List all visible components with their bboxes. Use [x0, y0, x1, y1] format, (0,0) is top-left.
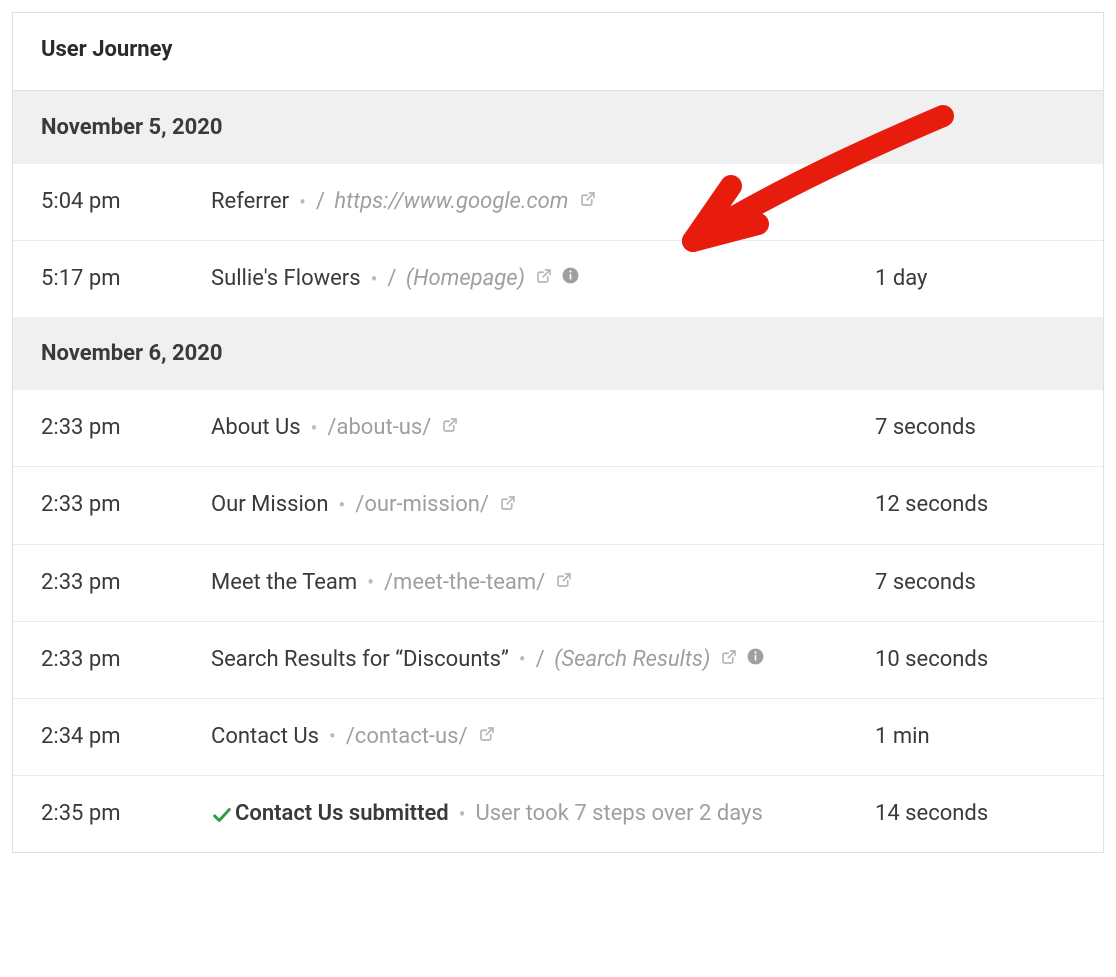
journey-row: 5:04 pmReferrer • / https://www.google.com [13, 164, 1103, 241]
entry-path: https://www.google.com [334, 189, 568, 214]
separator-dot: • [299, 190, 306, 214]
separator-dot: • [329, 724, 336, 748]
journey-row: 2:33 pmSearch Results for “Discounts” • / … [13, 622, 1103, 699]
check-icon [211, 798, 235, 830]
panel-header: User Journey [13, 13, 1103, 91]
user-journey-panel: User Journey November 5, 20205:04 pmRefe… [12, 12, 1104, 853]
entry-time: 2:35 pm [41, 798, 211, 830]
entry-duration: 14 seconds [875, 798, 1075, 830]
entry-time: 2:34 pm [41, 721, 211, 753]
entry-title: Sullie's Flowers [211, 266, 361, 291]
entry-time: 2:33 pm [41, 489, 211, 521]
external-link-icon[interactable] [441, 412, 459, 444]
journey-row: 2:33 pmOur Mission • /our-mission/12 secon… [13, 467, 1103, 544]
separator-dot: • [367, 570, 374, 594]
entry-title: Contact Us [211, 724, 319, 749]
entry-details: Our Mission • /our-mission/ [211, 489, 875, 521]
journey-entries: 2:33 pmAbout Us•/about-us/7 seconds2:33 … [13, 390, 1103, 852]
entry-duration: 12 seconds [875, 489, 1075, 521]
separator-dot: • [519, 647, 526, 671]
separator-dot: • [339, 493, 346, 517]
entry-duration: 1 day [875, 263, 1075, 295]
entry-details: About Us • /about-us/ [211, 412, 875, 444]
entry-details: Contact Us submitted • User took 7 steps o… [211, 798, 875, 830]
date-header: November 6, 2020 [13, 317, 1103, 390]
external-link-icon[interactable] [720, 644, 738, 676]
external-link-icon[interactable] [478, 721, 496, 753]
journey-row: 2:35 pm Contact Us submitted • User took 7 … [13, 776, 1103, 852]
entry-title: About Us [211, 415, 301, 440]
entry-path: (Search Results) [554, 647, 710, 672]
entry-title: Contact Us submitted [235, 801, 449, 826]
path-slash: / [387, 266, 402, 291]
journey-row: 2:33 pmAbout Us • /about-us/7 seconds [13, 390, 1103, 467]
entry-details: Contact Us • /contact-us/ [211, 721, 875, 753]
external-link-icon[interactable] [555, 567, 573, 599]
info-icon[interactable] [746, 644, 765, 676]
journey-row: 5:17 pmSullie's Flowers • / (Homepage) 1 da… [13, 241, 1103, 317]
entry-title: Search Results for “Discounts” [211, 647, 509, 672]
entry-details: Sullie's Flowers • / (Homepage) [211, 263, 875, 295]
journey-row: 2:33 pmMeet the Team • /meet-the-team/7 se… [13, 545, 1103, 622]
external-link-icon[interactable] [499, 490, 517, 522]
external-link-icon[interactable] [579, 186, 597, 218]
entry-details: Meet the Team • /meet-the-team/ [211, 567, 875, 599]
journey-row: 2:34 pmContact Us • /contact-us/1 min [13, 699, 1103, 776]
entry-path: (Homepage) [406, 266, 525, 291]
entry-duration: 7 seconds [875, 412, 1075, 444]
entry-duration: 7 seconds [875, 567, 1075, 599]
entry-details: Referrer • / https://www.google.com [211, 186, 875, 218]
separator-dot: • [311, 416, 318, 440]
entry-path: /our-mission/ [355, 492, 489, 517]
entry-path: /contact-us/ [346, 724, 468, 749]
panel-title: User Journey [41, 37, 1075, 62]
path-slash: / [536, 647, 551, 672]
entry-path: /meet-the-team/ [384, 570, 545, 595]
journey-entries: 5:04 pmReferrer • / https://www.google.com… [13, 164, 1103, 317]
entry-duration: 10 seconds [875, 644, 1075, 676]
entry-title: Referrer [211, 189, 289, 214]
entry-time: 2:33 pm [41, 567, 211, 599]
external-link-icon[interactable] [535, 263, 553, 295]
entry-title: Our Mission [211, 492, 329, 517]
separator-dot: • [459, 802, 466, 826]
journey-groups: November 5, 2020 5:04 pmReferrer • / https:… [13, 91, 1103, 852]
entry-time: 5:17 pm [41, 263, 211, 295]
path-slash: / [316, 189, 331, 214]
entry-details: Search Results for “Discounts” • / (Search… [211, 644, 875, 676]
info-icon[interactable] [561, 263, 580, 295]
entry-time: 2:33 pm [41, 644, 211, 676]
date-header: November 5, 2020 [13, 91, 1103, 164]
entry-time: 5:04 pm [41, 186, 211, 218]
entry-path: /about-us/ [327, 415, 431, 440]
entry-time: 2:33 pm [41, 412, 211, 444]
entry-duration: 1 min [875, 721, 1075, 753]
entry-title: Meet the Team [211, 570, 357, 595]
separator-dot: • [371, 267, 378, 291]
entry-summary: User took 7 steps over 2 days [475, 801, 762, 826]
